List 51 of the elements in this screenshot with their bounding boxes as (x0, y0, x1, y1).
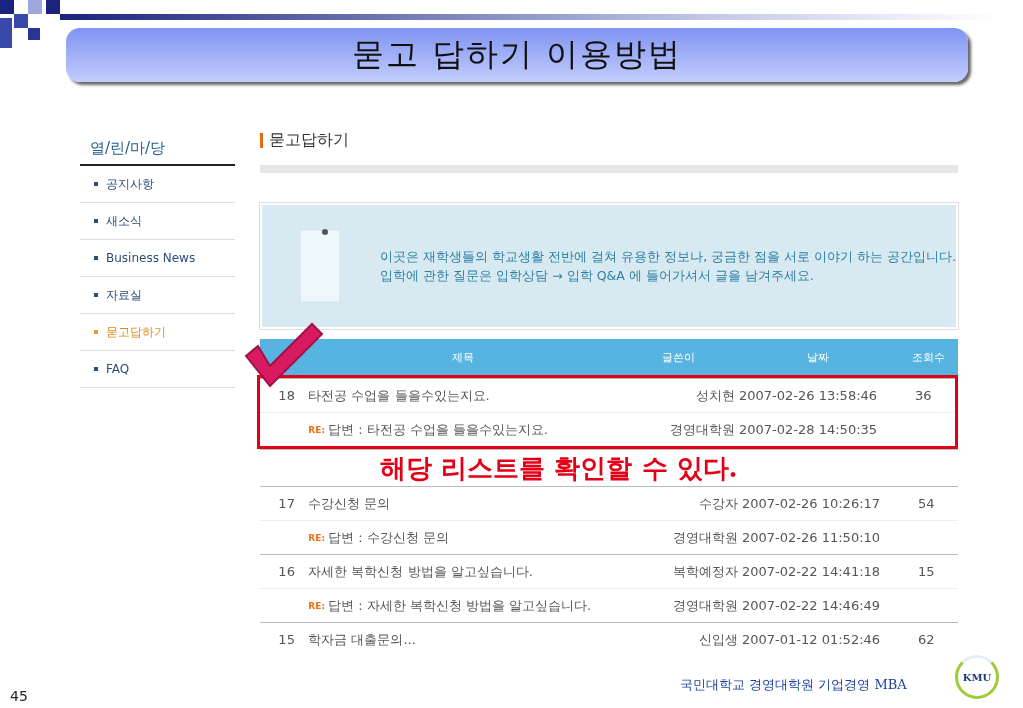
date-cell-text: 2007-02-22 14:46:49 (741, 598, 882, 613)
author-cell-text: 복학예정자 (672, 562, 738, 581)
author-cell-text: 경영대학원 (672, 596, 738, 615)
post-number: 16 (277, 564, 296, 579)
sidebar-item[interactable]: Business News (80, 240, 236, 277)
author-cell-text: 성치현 (695, 386, 735, 405)
annotation-text: 해당 리스트를 확인할 수 있다. (380, 452, 738, 484)
date-cell-text: 2007-02-28 14:50:35 (738, 422, 879, 437)
reply-title-link[interactable]: 답변 : 타전공 수업을 들을수있는지요. (328, 420, 549, 439)
column-header: 글쓴이 (660, 349, 696, 365)
author-cell-text: 경영대학원 (669, 420, 735, 439)
university-logo: KMU (955, 655, 999, 699)
reply-label: RE: (308, 424, 326, 435)
page-number: 45 (10, 688, 28, 704)
post-title-link[interactable]: 타전공 수업을 들을수있는지요. (308, 386, 615, 405)
post-title-link[interactable]: 수강신청 문의 (308, 494, 618, 513)
reply-title-link[interactable]: 답변 : 자세한 복학신청 방법을 알고싶습니다. (328, 596, 592, 615)
date-cell-text: 2007-01-12 01:52:46 (741, 632, 882, 647)
reply-label: RE: (308, 600, 326, 611)
date-cell-text: 2007-02-26 10:26:17 (741, 496, 882, 511)
sidebar-item[interactable]: 새소식 (80, 203, 236, 240)
sidebar-item[interactable]: 공지사항 (80, 166, 236, 203)
reply-label: RE: (308, 532, 326, 543)
author-cell-text: 경영대학원 (672, 528, 738, 547)
notice-text: 입학에 관한 질문은 입학상담 → 입학 Q&A 에 들어가셔서 글을 남겨주세요. (380, 267, 815, 285)
post-number: 15 (277, 632, 296, 647)
page-heading: 묻고답하기 (269, 129, 350, 151)
sidebar-title: 열/린/마/당 (80, 125, 236, 166)
column-header: 날짜 (806, 349, 830, 365)
views-cell-text: 62 (917, 632, 936, 647)
column-header: 조회수 (910, 349, 946, 365)
views-cell-text: 15 (917, 564, 936, 579)
checkmark-icon (244, 322, 324, 388)
notice-text: 이곳은 재학생들의 학교생활 전반에 걸쳐 유용한 정보나, 궁금한 점을 서로 이야기 하는 공간입니다. (380, 248, 956, 266)
column-header: 제목 (451, 349, 476, 365)
footer-text: 국민대학교 경영대학원 기업경영 MBA (680, 676, 907, 694)
date-cell-text: 2007-02-26 11:50:10 (741, 530, 882, 545)
views-cell-text: 54 (917, 496, 936, 511)
views-cell-text: 36 (914, 388, 933, 403)
sidebar-item[interactable]: 자료실 (80, 277, 236, 314)
author-cell-text: 수강자 (698, 494, 738, 513)
date-cell-text: 2007-02-26 13:58:46 (738, 388, 879, 403)
sidebar-item[interactable]: FAQ (80, 351, 236, 388)
post-title-link[interactable]: 자세한 복학신청 방법을 알고싶습니다. (308, 562, 618, 581)
post-title-link[interactable]: 학자금 대출문의... (308, 630, 618, 649)
post-number: 18 (277, 388, 296, 403)
date-cell-text: 2007-02-22 14:41:18 (741, 564, 882, 579)
slide-title: 묻고 답하기 이용방법 (351, 34, 683, 75)
post-number: 17 (277, 496, 296, 511)
author-cell-text: 신입생 (698, 630, 738, 649)
reply-title-link[interactable]: 답변 : 수강신청 문의 (328, 528, 449, 547)
